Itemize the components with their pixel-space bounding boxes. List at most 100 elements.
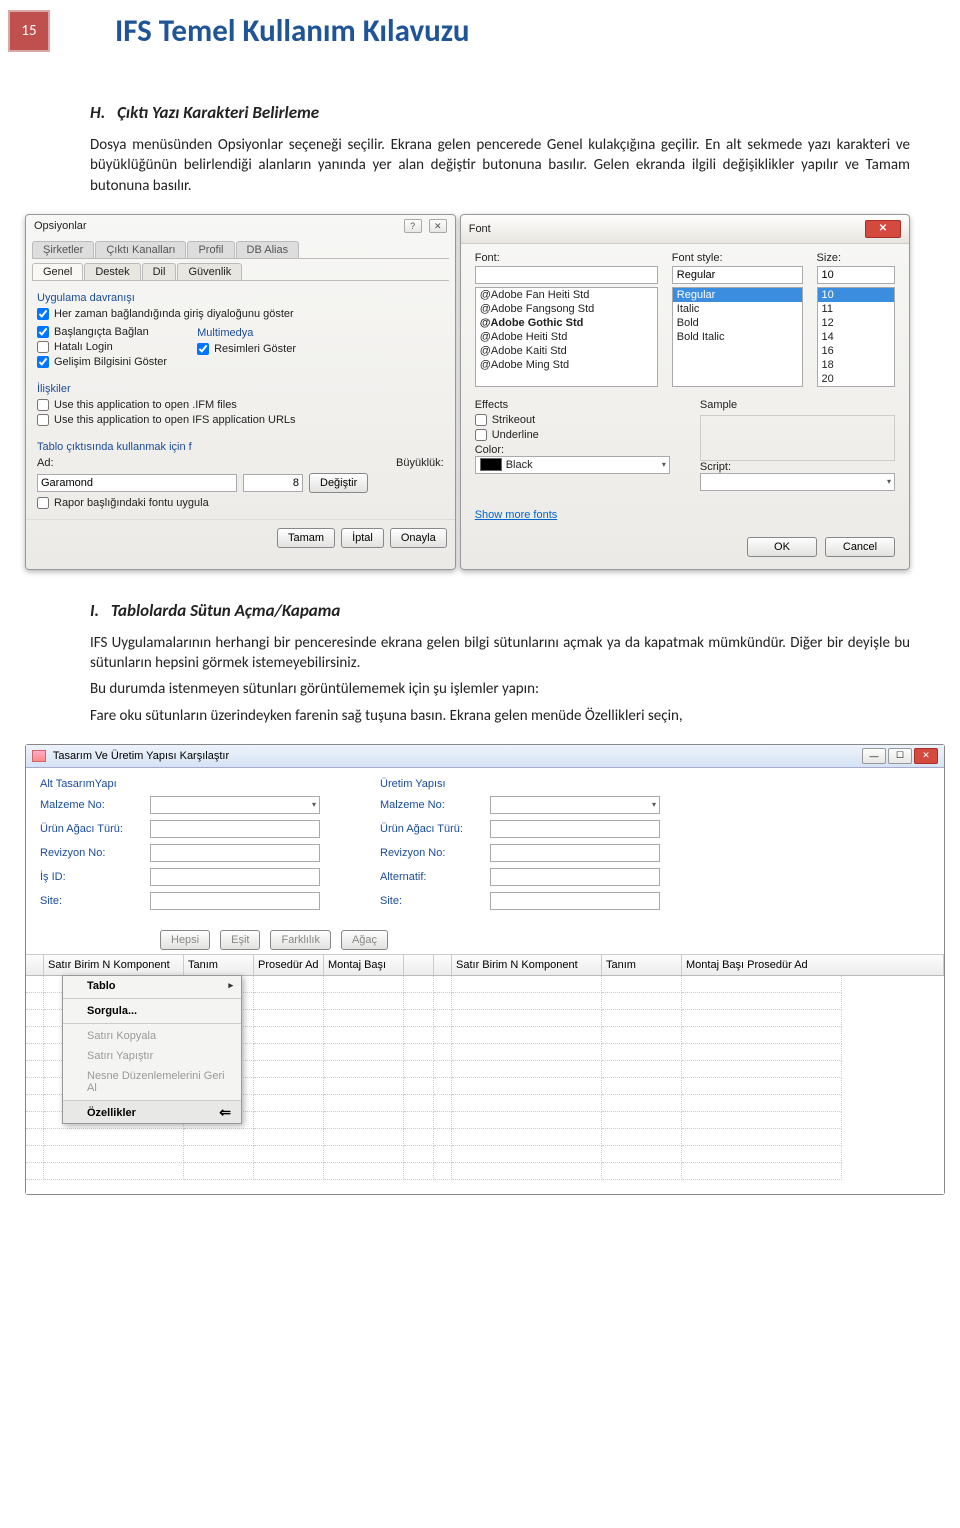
font-listbox[interactable]: @Adobe Fan Heiti Std @Adobe Fangsong Std… [475,287,658,387]
chk-open-ifm[interactable] [37,399,49,411]
sample-label: Sample [700,399,737,411]
app-icon [32,750,46,762]
font-name-field[interactable] [475,266,658,284]
urun-input-left[interactable] [150,820,320,838]
list-item[interactable]: @Adobe Kaiti Std [476,344,657,358]
grid-header[interactable]: Prosedür Ad [254,955,324,975]
chk-underline[interactable] [475,429,487,441]
group-uygulama: Uygulama davranışı [37,292,444,304]
list-item[interactable]: Bold Italic [673,330,802,344]
font-style-listbox[interactable]: Regular Italic Bold Bold Italic [672,287,803,387]
menu-sorgula[interactable]: Sorgula... [63,998,241,1021]
list-item[interactable]: @Adobe Fan Heiti Std [476,288,657,302]
grid-header[interactable]: Tanım [602,955,682,975]
data-grid[interactable]: Satır Birim N Komponent Tanım Prosedür A… [26,954,944,1194]
color-dropdown[interactable]: Black [475,456,670,474]
tab-dil[interactable]: Dil [142,263,177,280]
list-item[interactable]: @Adobe Gothic Std [476,316,657,330]
chk-strikeout[interactable] [475,414,487,426]
menu-tablo[interactable]: Tablo [63,976,241,996]
degistir-button[interactable]: Değiştir [309,473,368,493]
grid-header[interactable]: Tanım [184,955,254,975]
grid-header[interactable]: Satır Birim N Komponent [44,955,184,975]
font-size-field[interactable] [817,266,895,284]
font-size-listbox[interactable]: 10 11 12 14 16 18 20 [817,287,895,387]
list-item[interactable]: Italic [673,302,802,316]
isid-input[interactable] [150,868,320,886]
urun-input-right[interactable] [490,820,660,838]
section-h-paragraph: Dosya menüsünden Opsiyonlar seçeneği seç… [90,135,910,196]
chk-baslangicta-baglan[interactable] [37,326,49,338]
agac-button[interactable]: Ağaç [341,930,388,950]
menu-gerial[interactable]: Nesne Düzenlemelerini Geri Al [63,1066,241,1098]
section-h-index: H. [90,102,105,123]
iptal-button[interactable]: İptal [341,528,384,548]
list-item[interactable]: Bold [673,316,802,330]
font-size-label: Size: [817,252,895,264]
section-i-heading: Tablolarda Sütun Açma/Kapama [111,600,340,621]
esit-button[interactable]: Eşit [220,930,260,950]
ok-button[interactable]: OK [747,537,817,557]
grid-header[interactable]: Montaj Başı [324,955,404,975]
maximize-icon[interactable]: ☐ [888,748,912,764]
tab-genel[interactable]: Genel [32,263,83,280]
options-dialog: Opsiyonlar ? ✕ Şirketler Çıktı Kanalları… [25,214,456,570]
menu-kopyala[interactable]: Satırı Kopyala [63,1023,241,1046]
site-label: Site: [40,895,150,907]
menu-yapistir[interactable]: Satırı Yapıştır [63,1046,241,1066]
font-style-field[interactable] [672,266,803,284]
font-size-input[interactable] [243,474,303,492]
chk-resimleri-goster[interactable] [197,343,209,355]
tab-cikti-kanallari[interactable]: Çıktı Kanalları [95,241,186,258]
menu-ozellikler[interactable]: Özellikler ⇐ [63,1100,241,1123]
tab-profil[interactable]: Profil [187,241,234,258]
tab-destek[interactable]: Destek [84,263,140,280]
malzeme-dropdown-right[interactable] [490,796,660,814]
grid-header[interactable]: Montaj Başı Prosedür Ad [682,955,944,975]
chk-open-urls[interactable] [37,414,49,426]
chk-gelisim[interactable] [37,356,49,368]
close-icon[interactable]: ✕ [914,748,938,764]
rev-input-right[interactable] [490,844,660,862]
rev-label: Revizyon No: [40,847,150,859]
chk-rapor-font[interactable] [37,497,49,509]
list-item[interactable]: 18 [818,358,894,372]
minimize-icon[interactable]: — [862,748,886,764]
onayla-button[interactable]: Onayla [390,528,447,548]
help-icon[interactable]: ? [404,219,422,233]
site-input-right[interactable] [490,892,660,910]
list-item[interactable]: @Adobe Heiti Std [476,330,657,344]
cancel-button[interactable]: Cancel [825,537,895,557]
tab-db-alias[interactable]: DB Alias [236,241,300,258]
grid-header[interactable]: Satır Birim N Komponent [452,955,602,975]
list-item[interactable]: Regular [673,288,802,302]
list-item[interactable]: @Adobe Fangsong Std [476,302,657,316]
malzeme-dropdown-left[interactable] [150,796,320,814]
chk-hatali-login[interactable] [37,341,49,353]
group-multimedya: Multimedya [197,327,296,339]
list-item[interactable]: @Adobe Ming Std [476,358,657,372]
list-item[interactable]: 14 [818,330,894,344]
chk-giris-diyalog[interactable] [37,308,49,320]
font-name-input[interactable] [37,474,237,492]
show-more-fonts-link[interactable]: Show more fonts [475,509,558,521]
rev-input-left[interactable] [150,844,320,862]
arrow-left-icon: ⇐ [219,1104,231,1121]
list-item[interactable]: 20 [818,372,894,386]
font-dialog-title: Font [469,223,491,235]
farklilik-button[interactable]: Farklılık [270,930,331,950]
site-input-left[interactable] [150,892,320,910]
list-item[interactable]: 16 [818,344,894,358]
tamam-button[interactable]: Tamam [277,528,335,548]
list-item[interactable]: 11 [818,302,894,316]
list-item[interactable]: 10 [818,288,894,302]
hepsi-button[interactable]: Hepsi [160,930,210,950]
close-icon[interactable]: ✕ [865,220,901,238]
list-item[interactable]: 12 [818,316,894,330]
close-icon[interactable]: ✕ [429,219,447,233]
tab-sirketler[interactable]: Şirketler [32,241,94,258]
chk-resimleri-goster-label: Resimleri Göster [214,343,296,355]
alt-input[interactable] [490,868,660,886]
script-dropdown[interactable] [700,473,895,491]
tab-guvenlik[interactable]: Güvenlik [177,263,242,280]
